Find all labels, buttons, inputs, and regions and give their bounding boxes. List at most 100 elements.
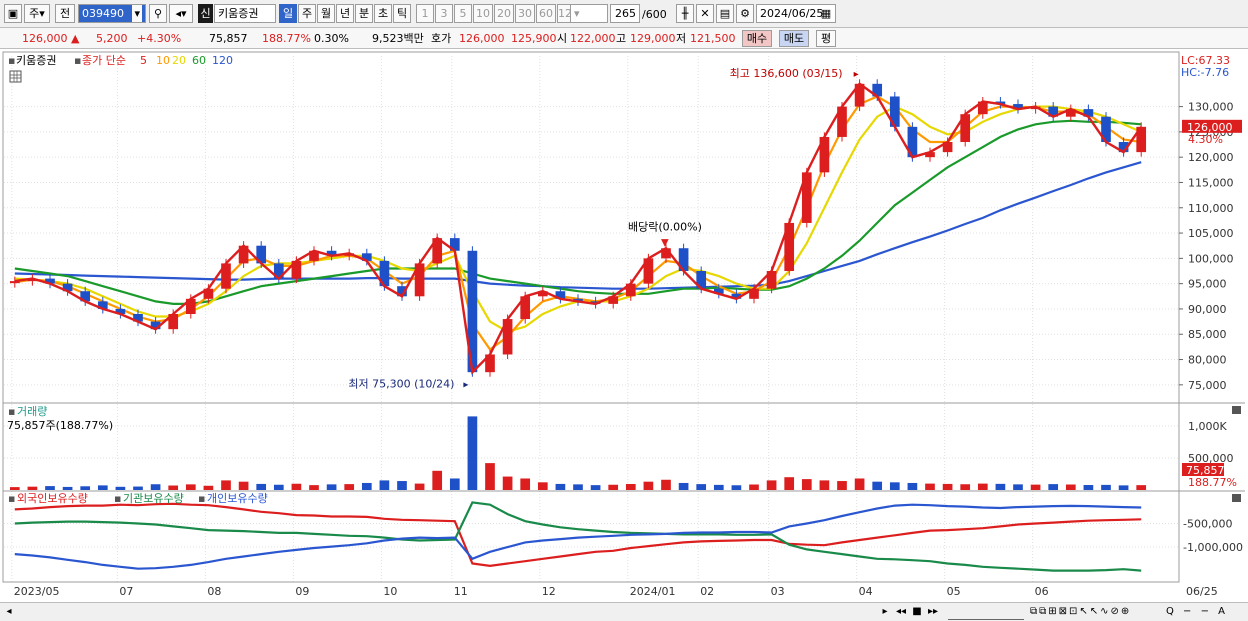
volume-subtitle: 75,857주(188.77%) [7,419,113,432]
period-select[interactable]: 주▾ [24,4,50,23]
volume-bar [801,479,812,490]
chart-toolbar: ▣ 주▾ 전 039490 ▾ ⚲ ◂▾ 신 키움증권 일주월년분초틱 1 3 5 10… [0,0,1248,28]
interval-tab-60[interactable]: 60 [536,4,556,23]
volume-title: 거래량 [17,405,47,418]
stock-name-field[interactable]: 키움증권 [214,4,276,23]
volume-bar [27,486,38,490]
volume-bar [150,484,161,490]
volume-bar [221,480,231,490]
volume-bar [854,478,865,490]
calendar-icon[interactable]: ▦ [818,5,834,22]
count-total: /600 [642,8,667,21]
play-icon[interactable]: ▸ [878,605,892,619]
x-tick-label: 08 [207,585,221,598]
period-tab-4[interactable]: 분 [355,4,373,23]
legend-ma-title: 종가 단순 [82,54,126,67]
x-tick-label: 11 [454,585,468,598]
volume-bar [361,482,372,490]
volume-bar [1083,485,1094,490]
x-tick-label: 02 [700,585,714,598]
y-tick-label: 130,000 [1188,101,1234,114]
x-tick-label: 06/25 [1186,585,1218,598]
legend-grip-icon: ▪ [114,492,121,505]
volume-bar [766,480,777,490]
volume-bar [819,480,830,490]
legend-stock: 키움증권 [16,54,56,67]
volume-bar [643,481,654,490]
volume-bar [960,484,971,490]
quote-high-label: 고 [616,32,627,45]
up-arrow-icon: ▲ [71,32,80,45]
stock-code-input[interactable]: 039490 ▾ [78,4,146,23]
interval-tab-1[interactable]: 1 [416,4,434,23]
prev-button[interactable]: 전 [55,4,75,23]
zoom-slider[interactable] [948,605,1024,620]
volume-bar [1101,484,1111,490]
interval-tab-30[interactable]: 30 [515,4,535,23]
forward-icon[interactable]: ▸▸ [926,605,940,619]
window-icon[interactable]: ▣ [4,4,22,23]
avg-price-button[interactable]: 평 [816,30,836,47]
buy-button[interactable]: 매수 [742,30,772,47]
holdings-legend-0: 외국인보유수량 [17,492,88,505]
legend-ma-20: 20 [172,54,186,67]
hc-label: HC:-7.76 [1181,66,1229,79]
count-input[interactable]: 265 [610,4,640,23]
legend-ma-60: 60 [192,54,206,67]
drawing-tools-icons[interactable]: ⧉⧉⊞⊠⊡↖↖∿⊘⊕ [1030,605,1160,619]
volume-bar [273,484,284,490]
volume-bar [537,482,548,490]
x-tick-label: 06 [1035,585,1049,598]
gear-icon[interactable]: ⚙ [736,4,754,23]
period-tab-2[interactable]: 월 [317,4,335,23]
volume-bar [1048,484,1059,490]
volume-bar [62,486,73,490]
volume-bar [97,485,108,490]
y-tick-label: 85,000 [1188,328,1227,341]
volume-bar [238,481,249,490]
bottom-scrollbar[interactable]: ◂ ▸ ◂◂ ■ ▸▸ ⧉⧉⊞⊠⊡↖↖∿⊘⊕ Q − − A [0,602,1248,621]
zoom-controls[interactable]: Q − − A [1166,605,1246,619]
period-tab-0[interactable]: 일 [279,4,297,23]
period-tab-1[interactable]: 주 [298,4,316,23]
x-tick-label: 10 [383,585,397,598]
volume-bar [485,463,495,490]
period-tab-5[interactable]: 초 [374,4,392,23]
volume-bar [837,481,847,490]
y-tick-label: 110,000 [1188,202,1234,215]
period-tab-6[interactable]: 틱 [393,4,411,23]
volume-bar [749,484,759,490]
sell-button[interactable]: 매도 [779,30,809,47]
interval-tab-5[interactable]: 5 [454,4,472,23]
search-icon[interactable]: ⚲ [149,4,167,23]
volume-bar [326,484,337,490]
interval-tab-10[interactable]: 10 [473,4,493,23]
y-tick-label: 115,000 [1188,176,1234,189]
period-select-label: 주 [29,7,40,20]
period-tab-3[interactable]: 년 [336,4,354,23]
speaker-icon[interactable]: ◂▾ [169,4,193,23]
volume-bar [115,486,126,490]
table-icon [9,70,22,83]
stock-code-value: 039490 [82,7,124,20]
candle-icon[interactable]: ╫ [676,4,694,23]
date-value: 2024/06/25 [760,7,824,20]
scroll-left-icon[interactable]: ◂ [3,605,15,619]
volume-bar [344,484,355,490]
save-icon[interactable]: ▤ [716,4,734,23]
interval-select[interactable]: ▾ [570,4,608,23]
rewind-icon[interactable]: ◂◂ [894,605,908,619]
volume-bar [502,476,513,490]
legend-ma-10: 10 [156,54,170,67]
stop-icon[interactable]: ■ [910,605,924,619]
quote-bid: 125,900 [511,32,557,45]
volume-bar [168,485,179,490]
quote-turnover: 0.30% [314,32,349,45]
chart-area[interactable]: 130,000125,000120,000115,000110,000105,0… [0,50,1248,602]
interval-tab-20[interactable]: 20 [494,4,514,23]
y-tick-label: 75,000 [1188,379,1227,392]
interval-tab-3[interactable]: 3 [435,4,453,23]
crosshair-icon[interactable]: ✕ [696,4,714,23]
volume-bar [713,484,724,490]
y-tick-label: -500,000 [1183,518,1232,531]
